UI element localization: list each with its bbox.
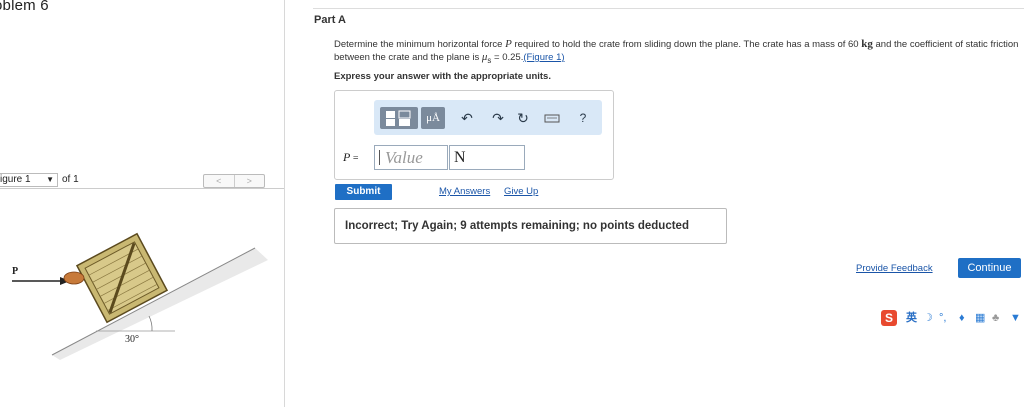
- answer-box: μÅ ↶ ↷ ↻ ? P = Value N: [334, 90, 614, 180]
- chevron-down-icon: ▼: [46, 175, 54, 184]
- figure-select[interactable]: igure 1 ▼: [0, 173, 58, 187]
- part-title: Part A: [314, 14, 346, 26]
- figure-nav-bar: igure 1 ▼ of 1 < >: [0, 173, 284, 189]
- keyboard-icon[interactable]: ▦: [975, 310, 985, 326]
- angle-label: 30°: [125, 334, 139, 345]
- figure-select-value: igure 1: [0, 174, 31, 185]
- punctuation-icon[interactable]: °,: [939, 310, 946, 326]
- crate-on-incline-diagram: 30° P: [12, 232, 268, 360]
- problem-statement: Determine the minimum horizontal force P…: [334, 38, 1024, 67]
- figure-link[interactable]: (Figure 1): [523, 52, 564, 63]
- figure-image: 30° P: [0, 190, 284, 407]
- math-toolbar: μÅ ↶ ↷ ↻ ?: [374, 100, 602, 135]
- moon-icon[interactable]: ☽: [923, 310, 933, 326]
- keyboard-icon[interactable]: [544, 109, 560, 127]
- answer-label: P =: [343, 150, 358, 165]
- redo-icon[interactable]: ↷: [489, 109, 507, 127]
- skin-icon[interactable]: ♣: [992, 310, 999, 326]
- prev-figure-button[interactable]: <: [204, 175, 234, 187]
- continue-button[interactable]: Continue: [958, 258, 1021, 278]
- problem-text: = 0.25.: [491, 52, 524, 63]
- section-divider: [313, 8, 1024, 9]
- figure-count: of 1: [62, 174, 79, 185]
- ime-language[interactable]: 英: [906, 310, 917, 326]
- mass-unit: kg: [861, 38, 873, 50]
- templates-button[interactable]: [380, 107, 418, 129]
- provide-feedback-link[interactable]: Provide Feedback: [856, 263, 933, 274]
- my-answers-link[interactable]: My Answers: [439, 186, 490, 197]
- force-label: P: [12, 266, 18, 277]
- ime-toolbar: S 英 ☽ °, ♦ ▦ ♣ ▼: [880, 308, 1024, 328]
- submit-button[interactable]: Submit: [335, 184, 392, 200]
- templates-icon: [386, 110, 411, 126]
- microphone-icon[interactable]: ♦: [959, 310, 965, 326]
- units-button[interactable]: μÅ: [421, 107, 445, 129]
- page-title: oblem 6: [0, 0, 49, 14]
- equals-sign: =: [350, 153, 359, 164]
- panel-divider: [284, 0, 285, 407]
- reset-icon[interactable]: ↻: [514, 109, 532, 127]
- next-figure-button[interactable]: >: [233, 175, 265, 187]
- value-input[interactable]: Value: [374, 145, 448, 170]
- undo-icon[interactable]: ↶: [458, 109, 476, 127]
- unit-input[interactable]: N: [449, 145, 525, 170]
- help-icon[interactable]: ?: [574, 109, 592, 127]
- force-variable: P: [505, 38, 512, 50]
- feedback-message: Incorrect; Try Again; 9 attempts remaini…: [334, 208, 727, 244]
- shirt-icon[interactable]: ▼: [1010, 310, 1021, 326]
- answer-instruction: Express your answer with the appropriate…: [334, 71, 551, 82]
- problem-text: Determine the minimum horizontal force: [334, 39, 506, 50]
- figure-pager: < >: [203, 174, 265, 188]
- give-up-link[interactable]: Give Up: [504, 186, 538, 197]
- problem-text: required to hold the crate from sliding …: [511, 39, 862, 50]
- sogou-logo-icon[interactable]: S: [881, 310, 897, 326]
